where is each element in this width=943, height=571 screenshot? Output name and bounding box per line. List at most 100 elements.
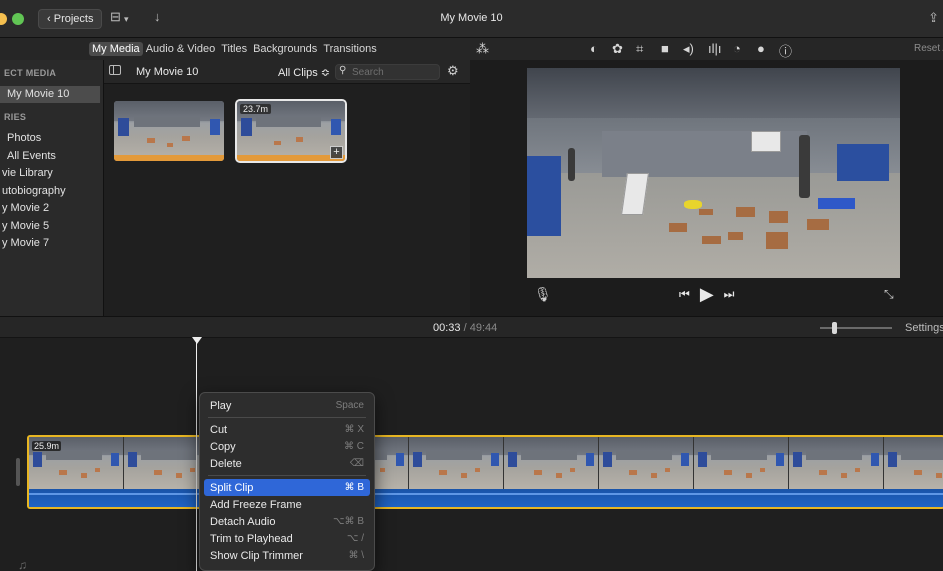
menu-item-shortcut: Space	[335, 400, 364, 411]
search-icon: ⚲	[339, 65, 347, 76]
clip-frame	[694, 437, 789, 489]
tab-titles[interactable]: Titles	[218, 42, 250, 56]
microphone-icon[interactable]: 🎙	[534, 286, 552, 303]
sidebar-item-my-movie-5[interactable]: y Movie 5	[2, 220, 49, 232]
equalizer-icon[interactable]: ıl|ı	[708, 41, 722, 56]
menu-item-shortcut: ⌘ B	[344, 482, 364, 493]
menu-item-label: Detach Audio	[210, 515, 276, 528]
menu-item-add-freeze-frame[interactable]: Add Freeze Frame	[204, 496, 370, 513]
menu-item-shortcut: ⌥⌘ B	[333, 516, 364, 527]
speed-icon[interactable]: ◔	[733, 41, 741, 56]
color-balance-icon[interactable]: ◐	[590, 41, 598, 56]
tab-transitions[interactable]: Transitions	[320, 42, 379, 56]
gear-icon[interactable]: ⚙	[447, 63, 459, 79]
menu-item-shortcut: ⌘ C	[344, 441, 364, 452]
menu-item-label: Cut	[210, 423, 228, 436]
video-preview[interactable]	[527, 68, 900, 278]
menu-item-shortcut: ⌘ X	[344, 424, 364, 435]
menu-separator	[208, 417, 366, 418]
sidebar-item-all-events[interactable]: All Events	[7, 150, 56, 162]
title-bar: ‹ Projects ⊟ ▾ ↓ My Movie 10 ⇪	[0, 0, 943, 38]
context-menu: Play Space Cut ⌘ X Copy ⌘ C Delete ⌫ Split Clip ⌘…	[199, 392, 375, 571]
sidebar-item-movie-library[interactable]: vie Library	[2, 167, 53, 179]
clip-frame	[884, 437, 943, 489]
menu-item-shortcut: ⌫	[349, 458, 364, 469]
menu-item-label: Split Clip	[210, 481, 254, 494]
music-note-icon: ♫	[18, 558, 27, 571]
menu-item-trim-to-playhead[interactable]: Trim to Playhead ⌥ /	[204, 530, 370, 547]
clip-frame	[789, 437, 884, 489]
menu-item-split-clip[interactable]: Split Clip ⌘ B	[204, 479, 370, 496]
track-handle[interactable]	[16, 458, 20, 486]
menu-item-show-clip-trimmer[interactable]: Show Clip Trimmer ⌘ \	[204, 547, 370, 564]
audio-waveform[interactable]	[29, 489, 943, 507]
menu-item-label: Show Clip Trimmer	[210, 549, 303, 562]
skip-forward-icon[interactable]: ⏭	[724, 287, 735, 302]
total-time: 49:44	[469, 322, 498, 334]
search-input[interactable]	[352, 66, 436, 78]
sidebar-item-photos[interactable]: Photos	[7, 132, 41, 144]
window-title: My Movie 10	[440, 12, 503, 24]
menu-item-label: Add Freeze Frame	[210, 498, 302, 511]
libraries-sidebar: ECT MEDIA My Movie 10 RIES Photos All Ev…	[0, 60, 104, 316]
sidebar-item-my-movie-10[interactable]: My Movie 10	[0, 86, 100, 103]
zoom-slider-knob[interactable]	[832, 322, 837, 334]
sidebar-item-my-movie-2[interactable]: y Movie 2	[2, 202, 49, 214]
clip-thumbnail-2[interactable]: 23.7m +	[235, 99, 347, 163]
timeline-clip[interactable]: 25.9m	[27, 435, 943, 509]
share-icon[interactable]: ⇪	[928, 10, 939, 26]
timeline-settings-button[interactable]: Settings	[905, 322, 943, 334]
menu-item-label: Trim to Playhead	[210, 532, 293, 545]
reset-all-button[interactable]: Reset A	[914, 43, 943, 54]
clip-frame	[409, 437, 504, 489]
project-media-heading: ECT MEDIA	[4, 68, 57, 78]
clip-thumbnail-1[interactable]	[114, 101, 224, 161]
search-field[interactable]: ⚲	[335, 64, 440, 80]
stabilization-icon[interactable]: ■	[661, 41, 669, 56]
tab-backgrounds[interactable]: Backgrounds	[250, 42, 320, 56]
playhead-handle[interactable]	[192, 337, 202, 344]
timecode: 00:33 / 49:44	[433, 322, 497, 334]
magic-wand-icon[interactable]: ⁂	[476, 41, 489, 57]
menu-item-label: Delete	[210, 457, 242, 470]
timeline-header: 00:33 / 49:44 Settings	[0, 316, 943, 338]
volume-icon[interactable]: ◂)	[683, 41, 694, 57]
tab-audio-video[interactable]: Audio & Video	[143, 42, 219, 56]
menu-item-label: Copy	[210, 440, 236, 453]
tab-my-media[interactable]: My Media	[89, 42, 143, 56]
sidebar-item-autobiography[interactable]: utobiography	[2, 185, 66, 197]
menu-item-cut[interactable]: Cut ⌘ X	[204, 421, 370, 438]
crop-icon[interactable]: ⌗	[636, 41, 643, 57]
color-palette-icon[interactable]: ✿	[612, 41, 623, 57]
info-icon[interactable]: ⓘ	[779, 41, 792, 60]
fullscreen-icon[interactable]: ⤡	[884, 287, 894, 302]
viewer: 🎙 ⏮ ▶ ⏭ ⤡	[470, 60, 943, 316]
timeline-zoom-slider[interactable]	[820, 322, 892, 334]
menu-separator	[208, 475, 366, 476]
menu-item-label: Play	[210, 399, 232, 412]
browser-header: My Movie 10 All Clips ≎ ⚲ ⚙	[104, 60, 470, 84]
playhead[interactable]	[196, 338, 197, 571]
menu-item-shortcut: ⌥ /	[346, 533, 364, 544]
sidebar-item-my-movie-7[interactable]: y Movie 7	[2, 237, 49, 249]
clip-frame	[599, 437, 694, 489]
timeline-clip-duration: 25.9m	[32, 441, 62, 451]
play-icon[interactable]: ▶	[700, 284, 714, 305]
sidebar-toggle-icon[interactable]	[109, 65, 121, 75]
menu-item-delete[interactable]: Delete ⌫	[204, 455, 370, 472]
media-tabs-bar: My Media Audio & Video Titles Backgrounds Tr…	[0, 38, 470, 60]
clip-frames	[29, 437, 943, 489]
timeline[interactable]: 25.9m ♫	[0, 337, 943, 571]
menu-item-detach-audio[interactable]: Detach Audio ⌥⌘ B	[204, 513, 370, 530]
clip-frame	[504, 437, 599, 489]
add-to-project-icon[interactable]: +	[330, 146, 343, 159]
skip-back-icon[interactable]: ⏮	[679, 287, 690, 302]
libraries-heading: RIES	[4, 112, 27, 122]
viewer-toolbar: ⁂ ◐ ✿ ⌗ ■ ◂) ıl|ı ◔ ● ⓘ Reset A	[470, 38, 943, 60]
filter-icon[interactable]: ●	[757, 41, 765, 56]
clip-filter-select[interactable]: All Clips ≎	[278, 66, 330, 79]
menu-item-play[interactable]: Play Space	[204, 397, 370, 414]
current-time: 00:33	[433, 322, 461, 334]
event-title: My Movie 10	[136, 66, 199, 78]
menu-item-copy[interactable]: Copy ⌘ C	[204, 438, 370, 455]
